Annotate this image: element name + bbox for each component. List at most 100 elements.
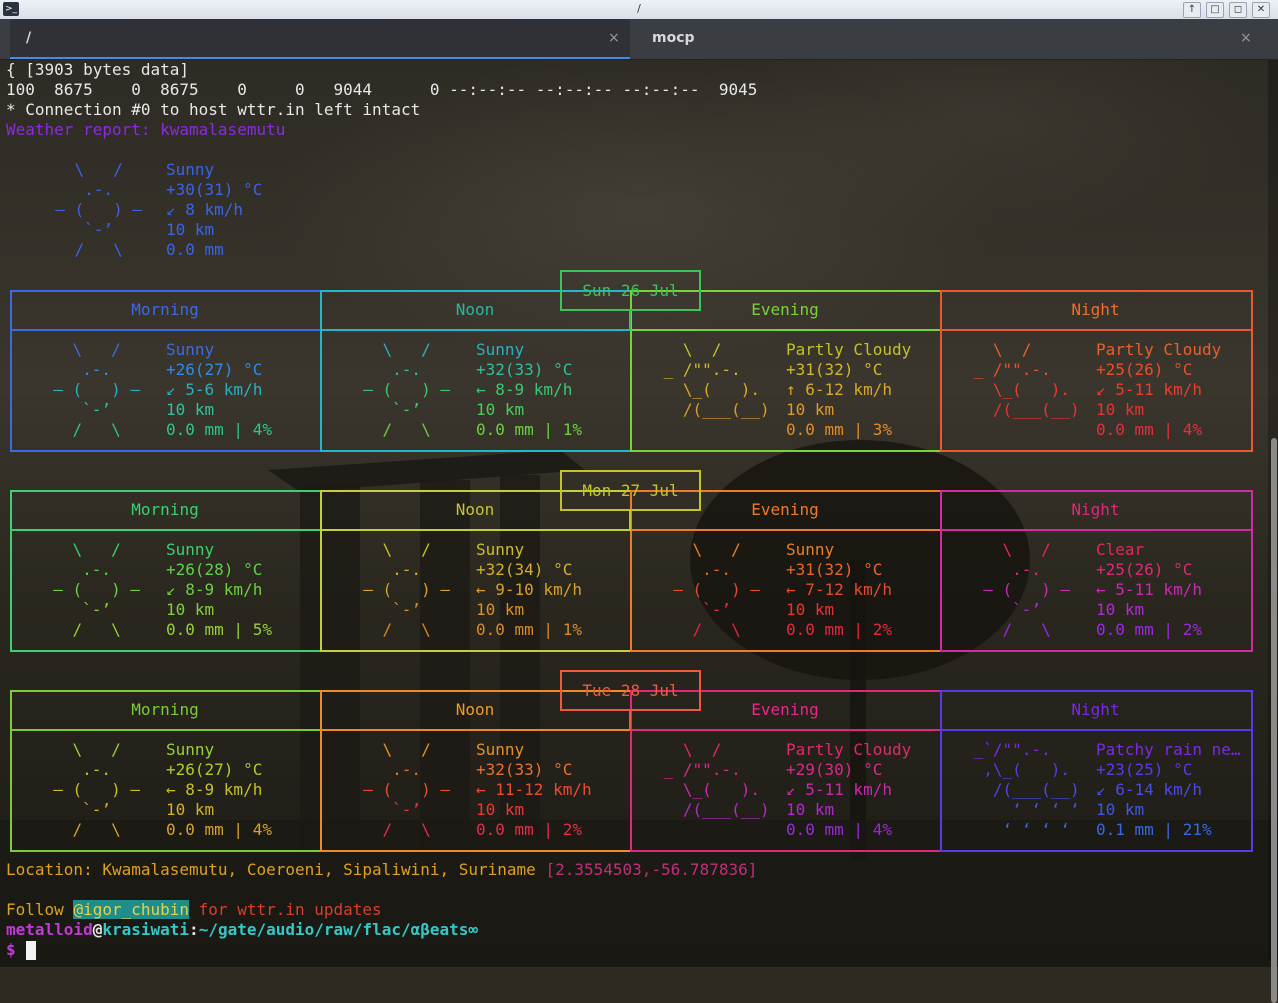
weather-art-line: `-’ <box>34 800 160 819</box>
weather-art-line: `-’ <box>344 800 470 819</box>
weather-art-line: ,\_( ). <box>964 760 1090 779</box>
weather-info-line: 0.0 mm | 4% <box>786 820 892 839</box>
weather-art-line: /(___(__) <box>654 800 780 819</box>
header-divider <box>320 329 632 331</box>
weather-art-line: ― ( ) ― <box>34 780 160 799</box>
weather-art-line: ― ( ) ― <box>34 580 160 599</box>
weather-info-line: +32(33) °C <box>476 760 573 779</box>
text-cursor <box>26 941 36 960</box>
follow-suffix: for wttr.in updates <box>189 900 382 919</box>
weather-art-line <box>654 420 779 440</box>
follow-line: Follow @igor_chubin for wttr.in updates <box>6 900 382 920</box>
weather-art-line: \_( ). <box>654 780 780 799</box>
weather-art-line <box>654 820 779 840</box>
weather-info-line: ← 7-12 km/h <box>786 580 892 599</box>
follow-handle[interactable]: @igor_chubin <box>73 900 190 919</box>
weather-art-line: ― ( ) ― <box>654 580 780 599</box>
close-window-button[interactable]: ✕ <box>1252 2 1270 18</box>
weather-info-line: +25(26) °C <box>1096 560 1193 579</box>
active-tab-indicator <box>10 57 630 59</box>
scrollbar-thumb[interactable] <box>1271 438 1277 1003</box>
weather-info-line: 0.0 mm | 1% <box>476 420 582 439</box>
prompt-host: krasiwati <box>102 920 190 939</box>
weather-info-line: 10 km <box>786 400 835 419</box>
window-title: / <box>637 2 641 15</box>
weather-art-line: / \ <box>34 420 160 439</box>
weather-info-line: +25(26) °C <box>1096 360 1193 379</box>
header-divider <box>320 529 632 531</box>
weather-art-line: ― ( ) ― <box>344 380 470 399</box>
weather-info-line: 10 km <box>1096 400 1145 419</box>
tab-label: / <box>26 30 32 46</box>
weather-info-line: ↙ 5-11 km/h <box>786 780 892 799</box>
weather-art-line: \ / <box>344 540 470 559</box>
weather-info-line: 0.0 mm | 4% <box>166 420 272 439</box>
period-header: Night <box>1071 500 1120 519</box>
keep-above-button[interactable]: ↑ <box>1183 2 1201 18</box>
weather-info-line: ↙ 8 km/h <box>166 200 244 219</box>
weather-art-line: `-’ <box>34 400 160 419</box>
weather-art-line: \ / <box>34 340 160 359</box>
header-divider <box>320 729 632 731</box>
weather-art-line: `-’ <box>654 600 780 619</box>
weather-art-line: ‘ ‘ ‘ ‘ <box>964 820 1090 839</box>
weather-info-line: +26(28) °C <box>166 560 263 579</box>
weather-info-line: 10 km <box>166 220 215 239</box>
tab-mocp[interactable]: mocp × <box>638 19 1268 59</box>
weather-info-line: ↙ 6-14 km/h <box>1096 780 1202 799</box>
header-divider <box>10 729 322 731</box>
weather-info-line: ↙ 5-11 km/h <box>1096 380 1202 399</box>
weather-art-line: / \ <box>344 820 470 839</box>
period-header: Night <box>1071 700 1120 719</box>
forecast-date: Tue 28 Jul <box>560 670 701 711</box>
header-divider <box>630 529 942 531</box>
weather-info-line: Sunny <box>476 540 525 559</box>
curl-output-line: { [3903 bytes data] <box>6 60 190 79</box>
prompt-symbol: $ <box>6 940 26 959</box>
weather-info-line: +26(27) °C <box>166 360 263 379</box>
weather-info-line: 0.0 mm | 5% <box>166 620 272 639</box>
weather-info-line: 0.0 mm | 2% <box>786 620 892 639</box>
weather-info-line: Sunny <box>476 740 525 759</box>
header-divider <box>10 529 322 531</box>
weather-info-line: ↙ 5-6 km/h <box>166 380 263 399</box>
header-divider <box>940 529 1253 531</box>
date-connector <box>629 709 631 731</box>
weather-info-line: 10 km <box>166 600 215 619</box>
weather-info-line: ↑ 6-12 km/h <box>786 380 892 399</box>
weather-art-line: \ / <box>344 340 470 359</box>
weather-art-line: \ / <box>964 540 1090 559</box>
minimize-button[interactable]: □ <box>1206 2 1224 18</box>
weather-art-line: .-. <box>34 360 160 379</box>
weather-art-line: .-. <box>344 560 470 579</box>
weather-art-line: .-. <box>344 760 470 779</box>
weather-info-line: ← 11-12 km/h <box>476 780 592 799</box>
weather-art-line: / \ <box>964 620 1090 639</box>
period-header: Morning <box>131 700 199 719</box>
weather-info-line: +23(25) °C <box>1096 760 1193 779</box>
weather-info-line: ← 8-9 km/h <box>476 380 573 399</box>
close-tab-icon[interactable]: × <box>1240 30 1252 46</box>
weather-art-line: / \ <box>34 620 160 639</box>
terminal-scrollbar[interactable] <box>1268 60 1278 1003</box>
weather-info-line: 10 km <box>476 800 525 819</box>
weather-art-line: ― ( ) ― <box>36 200 162 219</box>
close-tab-icon[interactable]: × <box>608 30 620 46</box>
weather-info-line: +32(34) °C <box>476 560 573 579</box>
weather-art-line: ‘ ‘ ‘ ‘ <box>964 800 1090 819</box>
weather-art-line: ― ( ) ― <box>344 580 470 599</box>
weather-info-line: 0.1 mm | 21% <box>1096 820 1212 839</box>
weather-art-line: .-. <box>964 560 1090 579</box>
weather-info-line: 0.0 mm | 3% <box>786 420 892 439</box>
tab-root[interactable]: / × <box>10 19 630 59</box>
period-header: Morning <box>131 500 199 519</box>
weather-info-line: 0.0 mm <box>166 240 224 259</box>
weather-info-line: +26(27) °C <box>166 760 263 779</box>
weather-art-line: `-’ <box>344 600 470 619</box>
weather-info-line: +29(30) °C <box>786 760 883 779</box>
maximize-button[interactable]: ◻ <box>1229 2 1247 18</box>
weather-info-line: Sunny <box>166 540 215 559</box>
header-divider <box>10 329 322 331</box>
header-divider <box>630 329 942 331</box>
weather-info-line: Sunny <box>166 160 215 179</box>
